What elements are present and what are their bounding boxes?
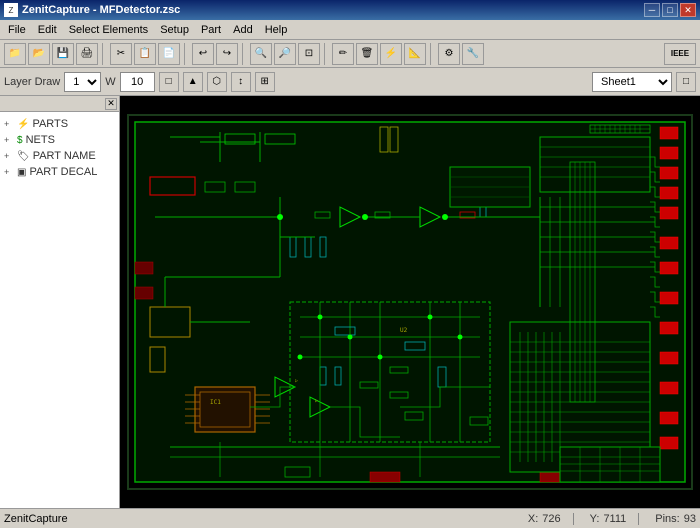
parts-symbol: ⚡ xyxy=(17,119,29,130)
toolbar-draw[interactable]: ✏ xyxy=(332,43,354,65)
svg-text:▷: ▷ xyxy=(295,378,298,384)
toolbar-ieee[interactable]: IEEE xyxy=(664,43,696,65)
minimize-button[interactable]: ─ xyxy=(644,3,660,17)
toolbar-open[interactable]: 📂 xyxy=(28,43,50,65)
parts-label: PARTS xyxy=(32,118,68,130)
partdecal-label: PART DECAL xyxy=(29,166,97,178)
menubar: File Edit Select Elements Setup Part Add… xyxy=(0,20,700,40)
layer-btn-3[interactable]: ⬡ xyxy=(207,72,227,92)
toolbar-save[interactable]: 💾 xyxy=(52,43,74,65)
titlebar: Z ZenitCapture - MFDetector.zsc ─ □ ✕ xyxy=(0,0,700,20)
menu-file[interactable]: File xyxy=(2,22,32,38)
layer-btn-1[interactable]: □ xyxy=(159,72,179,92)
x-value: 726 xyxy=(542,513,560,525)
y-value: 7111 xyxy=(603,513,626,525)
component-tree: + ⚡ PARTS + $ NETS + 🏷 PART NAME + ▣ PAR… xyxy=(0,112,119,184)
partdecal-expand-icon: + xyxy=(4,167,14,177)
sheet-select[interactable]: Sheet1 xyxy=(592,72,672,92)
nets-symbol: $ xyxy=(17,135,23,146)
layer-label: Layer Draw xyxy=(4,76,60,88)
menu-setup[interactable]: Setup xyxy=(154,22,195,38)
toolbar: 📁 📂 💾 🖨 ✂ 📋 📄 ↩ ↪ 🔍 🔎 ⊡ ✏ 🗑 ⚡ 📐 ⚙ 🔧 IEEE xyxy=(0,40,700,68)
titlebar-left: Z ZenitCapture - MFDetector.zsc xyxy=(4,3,180,17)
panel-header: ✕ xyxy=(0,96,119,112)
maximize-button[interactable]: □ xyxy=(662,3,678,17)
svg-text:▷: ▷ xyxy=(315,398,318,404)
pcb-canvas-area[interactable]: IC1 U2 ▷ ▷ xyxy=(120,96,700,508)
menu-select-elements[interactable]: Select Elements xyxy=(63,22,154,38)
partname-expand-icon: + xyxy=(4,151,14,161)
sep3 xyxy=(242,43,246,65)
x-label: X: xyxy=(528,513,538,525)
toolbar-print[interactable]: 🖨 xyxy=(76,43,98,65)
tree-part-name[interactable]: + 🏷 PART NAME xyxy=(2,148,117,164)
sep5 xyxy=(430,43,434,65)
x-coord: X: 726 xyxy=(528,513,574,525)
toolbar-new[interactable]: 📁 xyxy=(4,43,26,65)
y-coord: Y: 7111 xyxy=(590,513,640,525)
sep2 xyxy=(184,43,188,65)
width-label: W xyxy=(105,76,115,88)
toolbar-redo[interactable]: ↪ xyxy=(216,43,238,65)
statusbar-coords: X: 726 Y: 7111 Pins: 93 xyxy=(528,513,696,525)
pins-count: Pins: 93 xyxy=(655,513,696,525)
statusbar: ZenitCapture X: 726 Y: 7111 Pins: 93 xyxy=(0,508,700,528)
left-panel: ✕ + ⚡ PARTS + $ NETS + 🏷 PART NAME + ▣ P… xyxy=(0,96,120,508)
partname-label: PART NAME xyxy=(33,150,96,162)
toolbar-paste[interactable]: 📄 xyxy=(158,43,180,65)
tree-parts[interactable]: + ⚡ PARTS xyxy=(2,116,117,132)
tree-part-decal[interactable]: + ▣ PART DECAL xyxy=(2,164,117,180)
status-app-name: ZenitCapture xyxy=(4,513,68,525)
nets-label: NETS xyxy=(26,134,55,146)
pins-label: Pins: xyxy=(655,513,679,525)
layer-select[interactable]: 1 2 3 xyxy=(64,72,101,92)
menu-help[interactable]: Help xyxy=(259,22,294,38)
menu-part[interactable]: Part xyxy=(195,22,227,38)
toolbar-measure[interactable]: 📐 xyxy=(404,43,426,65)
app-icon: Z xyxy=(4,3,18,17)
toolbar-cut[interactable]: ✂ xyxy=(110,43,132,65)
toolbar-settings[interactable]: ⚙ xyxy=(438,43,460,65)
svg-text:U2: U2 xyxy=(400,327,408,334)
layer-btn-4[interactable]: ↕ xyxy=(231,72,251,92)
menu-edit[interactable]: Edit xyxy=(32,22,63,38)
menu-add[interactable]: Add xyxy=(227,22,259,38)
toolbar-connect[interactable]: ⚡ xyxy=(380,43,402,65)
window-controls: ─ □ ✕ xyxy=(644,3,696,17)
close-button[interactable]: ✕ xyxy=(680,3,696,17)
window-title: ZenitCapture - MFDetector.zsc xyxy=(22,4,180,16)
partdecal-symbol: ▣ xyxy=(17,167,26,178)
sheet-btn[interactable]: □ xyxy=(676,72,696,92)
toolbar-zoom-out[interactable]: 🔎 xyxy=(274,43,296,65)
layerbar: Layer Draw 1 2 3 W □ ▲ ⬡ ↕ ⊞ Sheet1 □ xyxy=(0,68,700,96)
svg-text:IC1: IC1 xyxy=(210,399,221,406)
toolbar-undo[interactable]: ↩ xyxy=(192,43,214,65)
nets-expand-icon: + xyxy=(4,135,14,145)
parts-expand-icon: + xyxy=(4,119,14,129)
toolbar-copy[interactable]: 📋 xyxy=(134,43,156,65)
pcb-diagram: IC1 U2 ▷ ▷ xyxy=(120,96,700,508)
pins-value: 93 xyxy=(684,513,696,525)
toolbar-zoom-in[interactable]: 🔍 xyxy=(250,43,272,65)
layer-btn-5[interactable]: ⊞ xyxy=(255,72,275,92)
toolbar-fit[interactable]: ⊡ xyxy=(298,43,320,65)
toolbar-delete[interactable]: 🗑 xyxy=(356,43,378,65)
width-input[interactable] xyxy=(120,72,155,92)
partname-symbol: 🏷 xyxy=(17,151,30,162)
toolbar-properties[interactable]: 🔧 xyxy=(462,43,484,65)
tree-nets[interactable]: + $ NETS xyxy=(2,132,117,148)
sep4 xyxy=(324,43,328,65)
main-area: ✕ + ⚡ PARTS + $ NETS + 🏷 PART NAME + ▣ P… xyxy=(0,96,700,508)
sep1 xyxy=(102,43,106,65)
layer-btn-2[interactable]: ▲ xyxy=(183,72,203,92)
y-label: Y: xyxy=(590,513,600,525)
panel-close-button[interactable]: ✕ xyxy=(105,98,117,110)
